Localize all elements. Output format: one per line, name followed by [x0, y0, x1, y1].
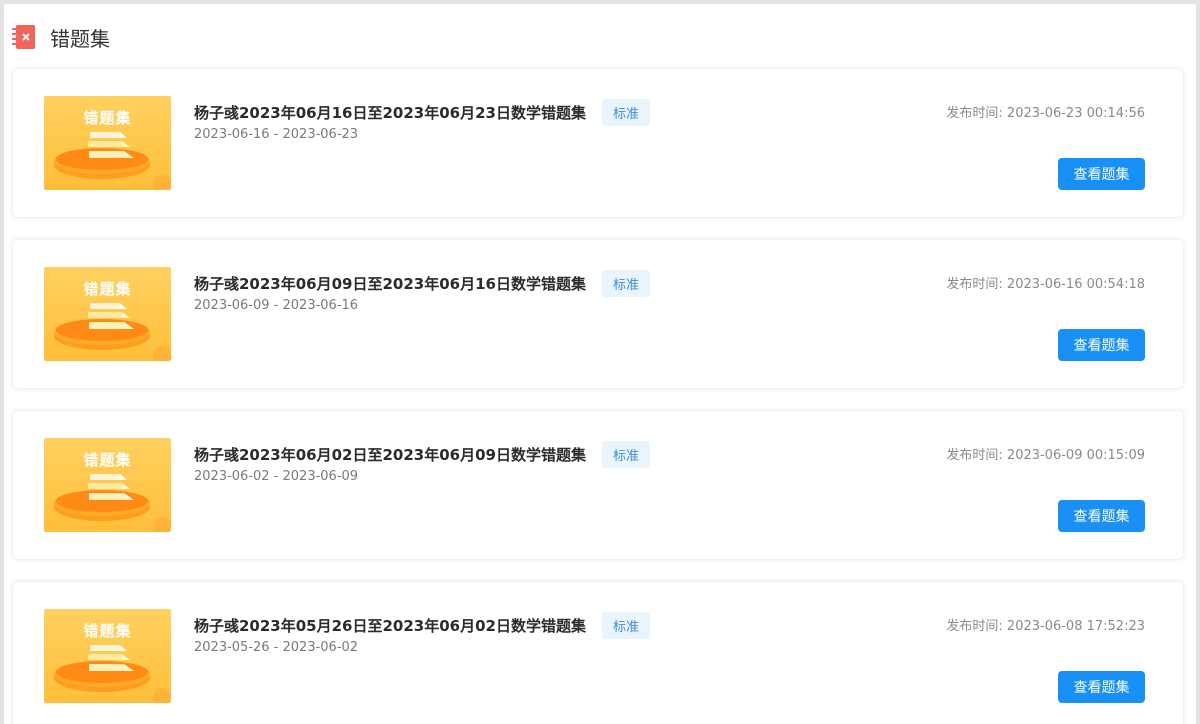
- title-row: 杨子彧2023年06月02日至2023年06月09日数学错题集 标准: [194, 441, 651, 468]
- view-set-button[interactable]: 查看题集: [1058, 158, 1145, 190]
- thumbnail-label: 错题集: [83, 109, 132, 127]
- publish-value: 2023-06-08 17:52:23: [1006, 619, 1145, 634]
- wrong-question-set-thumbnail[interactable]: 错题集: [44, 609, 171, 703]
- date-range: 2023-06-16 - 2023-06-23: [194, 127, 359, 142]
- publish-prefix: 发布时间:: [946, 106, 1003, 121]
- list-item: 错题集 杨子彧2023年05月26日至2023年06月02日数学错题集 标准 2…: [12, 581, 1184, 724]
- date-range: 2023-06-09 - 2023-06-16: [194, 298, 359, 313]
- publish-time: 发布时间: 2023-06-23 00:14:56: [946, 102, 1145, 121]
- date-range: 2023-06-02 - 2023-06-09: [194, 469, 359, 484]
- publish-value: 2023-06-16 00:54:18: [1006, 277, 1145, 292]
- wrong-question-set-thumbnail[interactable]: 错题集: [44, 267, 171, 361]
- publish-value: 2023-06-09 00:15:09: [1006, 448, 1145, 463]
- set-title[interactable]: 杨子彧2023年06月02日至2023年06月09日数学错题集: [194, 444, 586, 465]
- publish-prefix: 发布时间:: [946, 448, 1003, 463]
- date-range: 2023-05-26 - 2023-06-02: [194, 640, 359, 655]
- publish-prefix: 发布时间:: [946, 277, 1003, 292]
- publish-time: 发布时间: 2023-06-16 00:54:18: [946, 273, 1145, 292]
- list-item: 错题集 杨子彧2023年06月09日至2023年06月16日数学错题集 标准 2…: [12, 239, 1184, 389]
- list-item: 错题集 杨子彧2023年06月02日至2023年06月09日数学错题集 标准 2…: [12, 410, 1184, 560]
- wrong-question-set-list: 错题集 杨子彧2023年06月16日至2023年06月23日数学错题集 标准 2…: [12, 68, 1184, 724]
- standard-tag: 标准: [602, 99, 651, 126]
- title-row: 杨子彧2023年05月26日至2023年06月02日数学错题集 标准: [194, 612, 651, 639]
- set-title[interactable]: 杨子彧2023年05月26日至2023年06月02日数学错题集: [194, 615, 586, 636]
- publish-prefix: 发布时间:: [946, 619, 1003, 634]
- thumbnail-label: 错题集: [83, 280, 132, 298]
- standard-tag: 标准: [602, 441, 651, 468]
- publish-time: 发布时间: 2023-06-08 17:52:23: [946, 615, 1145, 634]
- thumbnail-label: 错题集: [83, 451, 132, 469]
- view-set-button[interactable]: 查看题集: [1058, 329, 1145, 361]
- list-item: 错题集 杨子彧2023年06月16日至2023年06月23日数学错题集 标准 2…: [12, 68, 1184, 218]
- view-set-button[interactable]: 查看题集: [1058, 500, 1145, 532]
- publish-time: 发布时间: 2023-06-09 00:15:09: [946, 444, 1145, 463]
- title-row: 杨子彧2023年06月16日至2023年06月23日数学错题集 标准: [194, 99, 651, 126]
- publish-value: 2023-06-23 00:14:56: [1006, 106, 1145, 121]
- thumbnail-label: 错题集: [83, 622, 132, 640]
- page-frame: 错题集 错题集 杨子彧2023年06月16日至2023年06月23日数学错题集 …: [4, 4, 1196, 724]
- standard-tag: 标准: [602, 270, 651, 297]
- title-row: 杨子彧2023年06月09日至2023年06月16日数学错题集 标准: [194, 270, 651, 297]
- page-header: 错题集: [12, 21, 110, 53]
- set-title[interactable]: 杨子彧2023年06月16日至2023年06月23日数学错题集: [194, 102, 586, 123]
- standard-tag: 标准: [602, 612, 651, 639]
- notebook-icon: [12, 24, 36, 50]
- wrong-question-set-thumbnail[interactable]: 错题集: [44, 96, 171, 190]
- set-title[interactable]: 杨子彧2023年06月09日至2023年06月16日数学错题集: [194, 273, 586, 294]
- wrong-question-set-thumbnail[interactable]: 错题集: [44, 438, 171, 532]
- page-title: 错题集: [50, 26, 110, 51]
- view-set-button[interactable]: 查看题集: [1058, 671, 1145, 703]
